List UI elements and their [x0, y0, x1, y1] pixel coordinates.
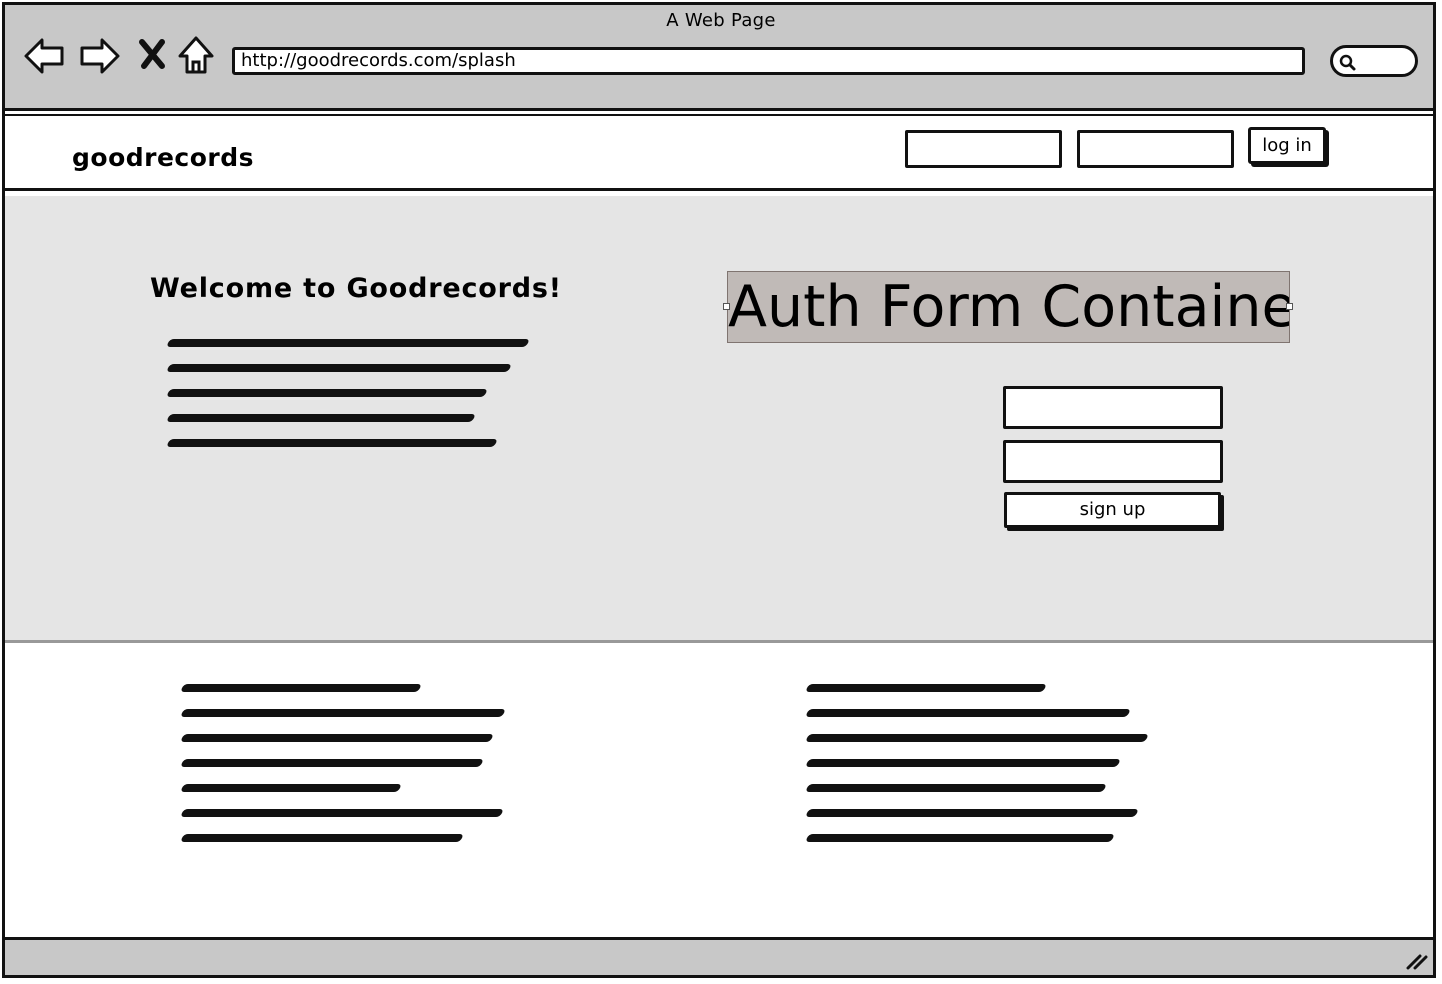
window-resize-grip[interactable] [1404, 950, 1428, 974]
placeholder-line [805, 734, 1149, 742]
back-button[interactable] [22, 34, 66, 78]
home-button[interactable] [174, 34, 218, 78]
chrome-divider [5, 108, 1433, 111]
placeholder-line [805, 759, 1121, 767]
placeholder-line [805, 809, 1139, 817]
placeholder-paragraph-left [180, 684, 506, 859]
resize-handle[interactable] [1286, 303, 1293, 310]
password-input[interactable] [1077, 130, 1234, 168]
stop-icon [139, 39, 165, 69]
logo[interactable]: goodrecords [72, 143, 254, 172]
resize-handle[interactable] [723, 303, 730, 310]
auth-form-container-label[interactable]: Auth Form Container [727, 271, 1290, 343]
signup-button[interactable]: sign up [1004, 492, 1221, 528]
header-divider [5, 188, 1433, 191]
placeholder-line [180, 809, 504, 817]
placeholder-line [166, 339, 530, 347]
placeholder-line [805, 784, 1107, 792]
placeholder-line [166, 414, 476, 422]
placeholder-line [166, 389, 488, 397]
placeholder-line [180, 784, 402, 792]
placeholder-line [805, 684, 1047, 692]
placeholder-line [180, 834, 464, 842]
placeholder-line [180, 684, 422, 692]
address-bar[interactable]: http://goodrecords.com/splash [232, 47, 1305, 75]
search-icon [1339, 54, 1356, 71]
signup-username-input[interactable] [1003, 386, 1223, 429]
placeholder-paragraph [166, 339, 530, 464]
placeholder-line [805, 709, 1131, 717]
login-button[interactable]: log in [1248, 127, 1326, 164]
placeholder-line [166, 439, 498, 447]
window-title: A Web Page [666, 10, 776, 31]
placeholder-line [180, 709, 506, 717]
forward-button[interactable] [78, 34, 122, 78]
signup-password-input[interactable] [1003, 440, 1223, 483]
placeholder-line [805, 834, 1115, 842]
home-icon [178, 36, 214, 74]
placeholder-line [180, 759, 484, 767]
back-arrow-icon [24, 38, 64, 74]
placeholder-line [166, 364, 512, 372]
placeholder-line [180, 734, 494, 742]
hero-title: Welcome to Goodrecords! [150, 273, 562, 304]
resize-grip-icon [1406, 954, 1428, 970]
status-bar [5, 937, 1433, 975]
stop-button[interactable] [132, 34, 176, 78]
placeholder-paragraph-right [805, 684, 1149, 859]
browser-search-field[interactable] [1330, 45, 1418, 77]
forward-arrow-icon [80, 38, 120, 74]
username-input[interactable] [905, 130, 1062, 168]
